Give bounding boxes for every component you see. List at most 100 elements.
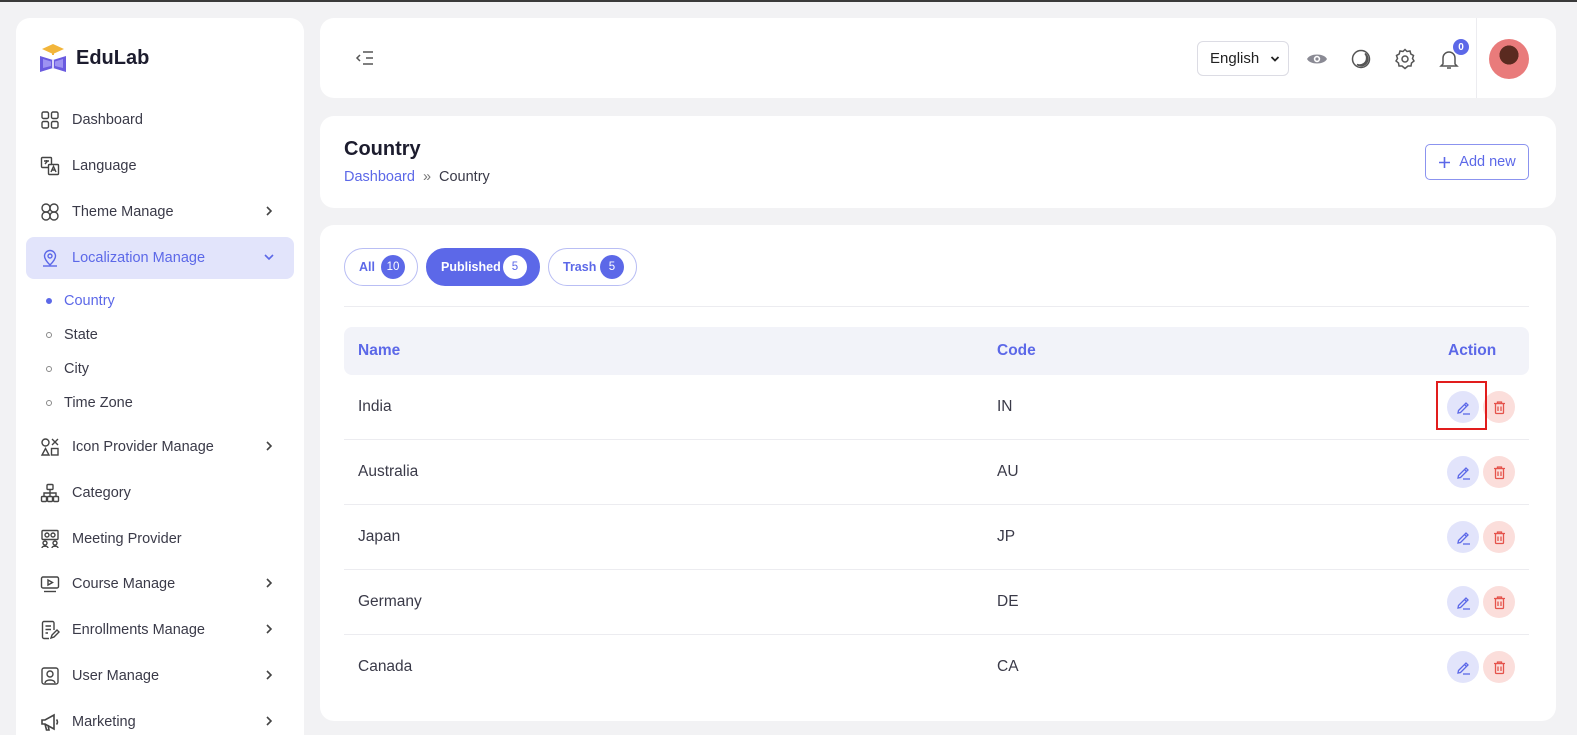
shapes-icon (40, 437, 60, 457)
edit-button[interactable] (1447, 651, 1479, 683)
sidebar-item-label: Enrollments Manage (72, 622, 205, 638)
sidebar-item-meeting-provider[interactable]: Meeting Provider (26, 518, 294, 560)
gear-icon[interactable] (1394, 48, 1416, 70)
sidebar-subitem-time-zone[interactable]: Time Zone (46, 391, 133, 415)
delete-button[interactable] (1483, 456, 1515, 488)
translate-icon (40, 156, 60, 176)
bullet-icon (46, 366, 52, 372)
cell-name: Japan (358, 528, 401, 545)
sidebar-subitem-city[interactable]: City (46, 357, 89, 381)
pencil-icon (1456, 401, 1470, 415)
sidebar-toggle-icon[interactable] (354, 47, 376, 69)
sidebar-item-label: Language (72, 158, 137, 174)
sidebar-item-label: Marketing (72, 714, 136, 730)
sidebar-item-category[interactable]: Category (26, 472, 294, 514)
sidebar-item-enrollments-manage[interactable]: Enrollments Manage (26, 609, 294, 651)
column-header-code[interactable]: Code (997, 342, 1036, 360)
add-new-label: Add new (1459, 154, 1516, 170)
sidebar-subitem-country[interactable]: Country (46, 289, 115, 313)
location-icon (40, 248, 60, 268)
sidebar-item-icon-provider-manage[interactable]: Icon Provider Manage (26, 426, 294, 468)
cell-name: Canada (358, 658, 413, 675)
trash-icon (1493, 530, 1505, 544)
chevron-down-icon (264, 254, 274, 261)
divider (344, 306, 1529, 307)
plus-icon (1439, 156, 1451, 168)
edit-button[interactable] (1447, 456, 1479, 488)
cell-name: India (358, 398, 392, 415)
theme-icon (40, 202, 60, 222)
cell-code: AU (997, 463, 1019, 480)
graduation-book-icon (38, 42, 68, 74)
trash-icon (1493, 400, 1505, 414)
chevron-right-icon (266, 670, 273, 680)
brand-logo[interactable]: EduLab (38, 42, 149, 74)
tab-count: 5 (600, 255, 624, 279)
language-select[interactable]: English (1197, 41, 1289, 76)
sidebar-item-label: Course Manage (72, 576, 176, 592)
sidebar-item-course-manage[interactable]: Course Manage (26, 563, 294, 605)
document-edit-icon (40, 620, 60, 640)
table-row: India IN (344, 375, 1529, 440)
tab-label: All (359, 260, 375, 274)
breadcrumb-dashboard-link[interactable]: Dashboard (344, 169, 415, 185)
add-new-button[interactable]: Add new (1425, 144, 1529, 180)
cell-code: JP (997, 528, 1016, 545)
notification-badge: 0 (1453, 39, 1469, 55)
sidebar-item-theme-manage[interactable]: Theme Manage (26, 191, 294, 233)
trash-icon (1493, 660, 1505, 674)
chevron-right-icon (266, 206, 273, 216)
sidebar-item-localization-manage[interactable]: Localization Manage (26, 237, 294, 279)
tab-label: Trash (563, 260, 597, 274)
cell-name: Australia (358, 463, 419, 480)
table-row: Germany DE (344, 570, 1529, 635)
page-header-card: Country Dashboard » Country Add new (320, 116, 1556, 208)
chevron-down-icon (1270, 56, 1280, 62)
edit-button[interactable] (1447, 521, 1479, 553)
breadcrumb-current: Country (439, 169, 490, 185)
sidebar-subitem-state[interactable]: State (46, 323, 98, 347)
video-icon (40, 574, 60, 594)
tab-all[interactable]: All 10 (344, 248, 418, 286)
edit-button[interactable] (1447, 391, 1479, 423)
edit-button[interactable] (1447, 586, 1479, 618)
sidebar-item-label: Category (72, 485, 131, 501)
avatar[interactable] (1489, 39, 1529, 79)
delete-button[interactable] (1483, 521, 1515, 553)
trash-icon (1493, 465, 1505, 479)
delete-button[interactable] (1483, 391, 1515, 423)
tab-label: Published (441, 260, 501, 274)
sidebar-item-label: Theme Manage (72, 204, 174, 220)
cell-name: Germany (358, 593, 422, 610)
grid-icon (40, 110, 60, 130)
table-header: Name Code Action (344, 327, 1529, 375)
delete-button[interactable] (1483, 586, 1515, 618)
delete-button[interactable] (1483, 651, 1515, 683)
table-row: Australia AU (344, 440, 1529, 505)
tab-trash[interactable]: Trash 5 (548, 248, 637, 286)
megaphone-icon (40, 712, 60, 732)
cell-code: DE (997, 593, 1019, 610)
chevron-right-icon (266, 441, 273, 451)
sidebar-item-label: User Manage (72, 668, 160, 684)
sidebar-item-dashboard[interactable]: Dashboard (26, 99, 294, 141)
column-header-action: Action (1448, 342, 1497, 359)
eye-icon[interactable] (1306, 48, 1328, 70)
sidebar-item-marketing[interactable]: Marketing (26, 701, 294, 735)
top-bar: English 0 (320, 18, 1556, 98)
sidebar-item-label: Icon Provider Manage (72, 439, 214, 455)
sidebar-item-user-manage[interactable]: User Manage (26, 655, 294, 697)
meeting-icon (40, 529, 60, 549)
column-header-name[interactable]: Name (358, 342, 400, 360)
sidebar-item-language[interactable]: Language (26, 145, 294, 187)
tab-count: 5 (503, 255, 527, 279)
header-divider (1476, 18, 1477, 98)
tab-published[interactable]: Published 5 (426, 248, 540, 286)
bullet-icon (46, 298, 52, 304)
cell-code: CA (997, 658, 1019, 675)
pencil-icon (1456, 531, 1470, 545)
sidebar-subitem-label: Time Zone (64, 395, 133, 411)
dark-mode-icon[interactable] (1350, 48, 1372, 70)
bullet-icon (46, 400, 52, 406)
pencil-icon (1456, 596, 1470, 610)
